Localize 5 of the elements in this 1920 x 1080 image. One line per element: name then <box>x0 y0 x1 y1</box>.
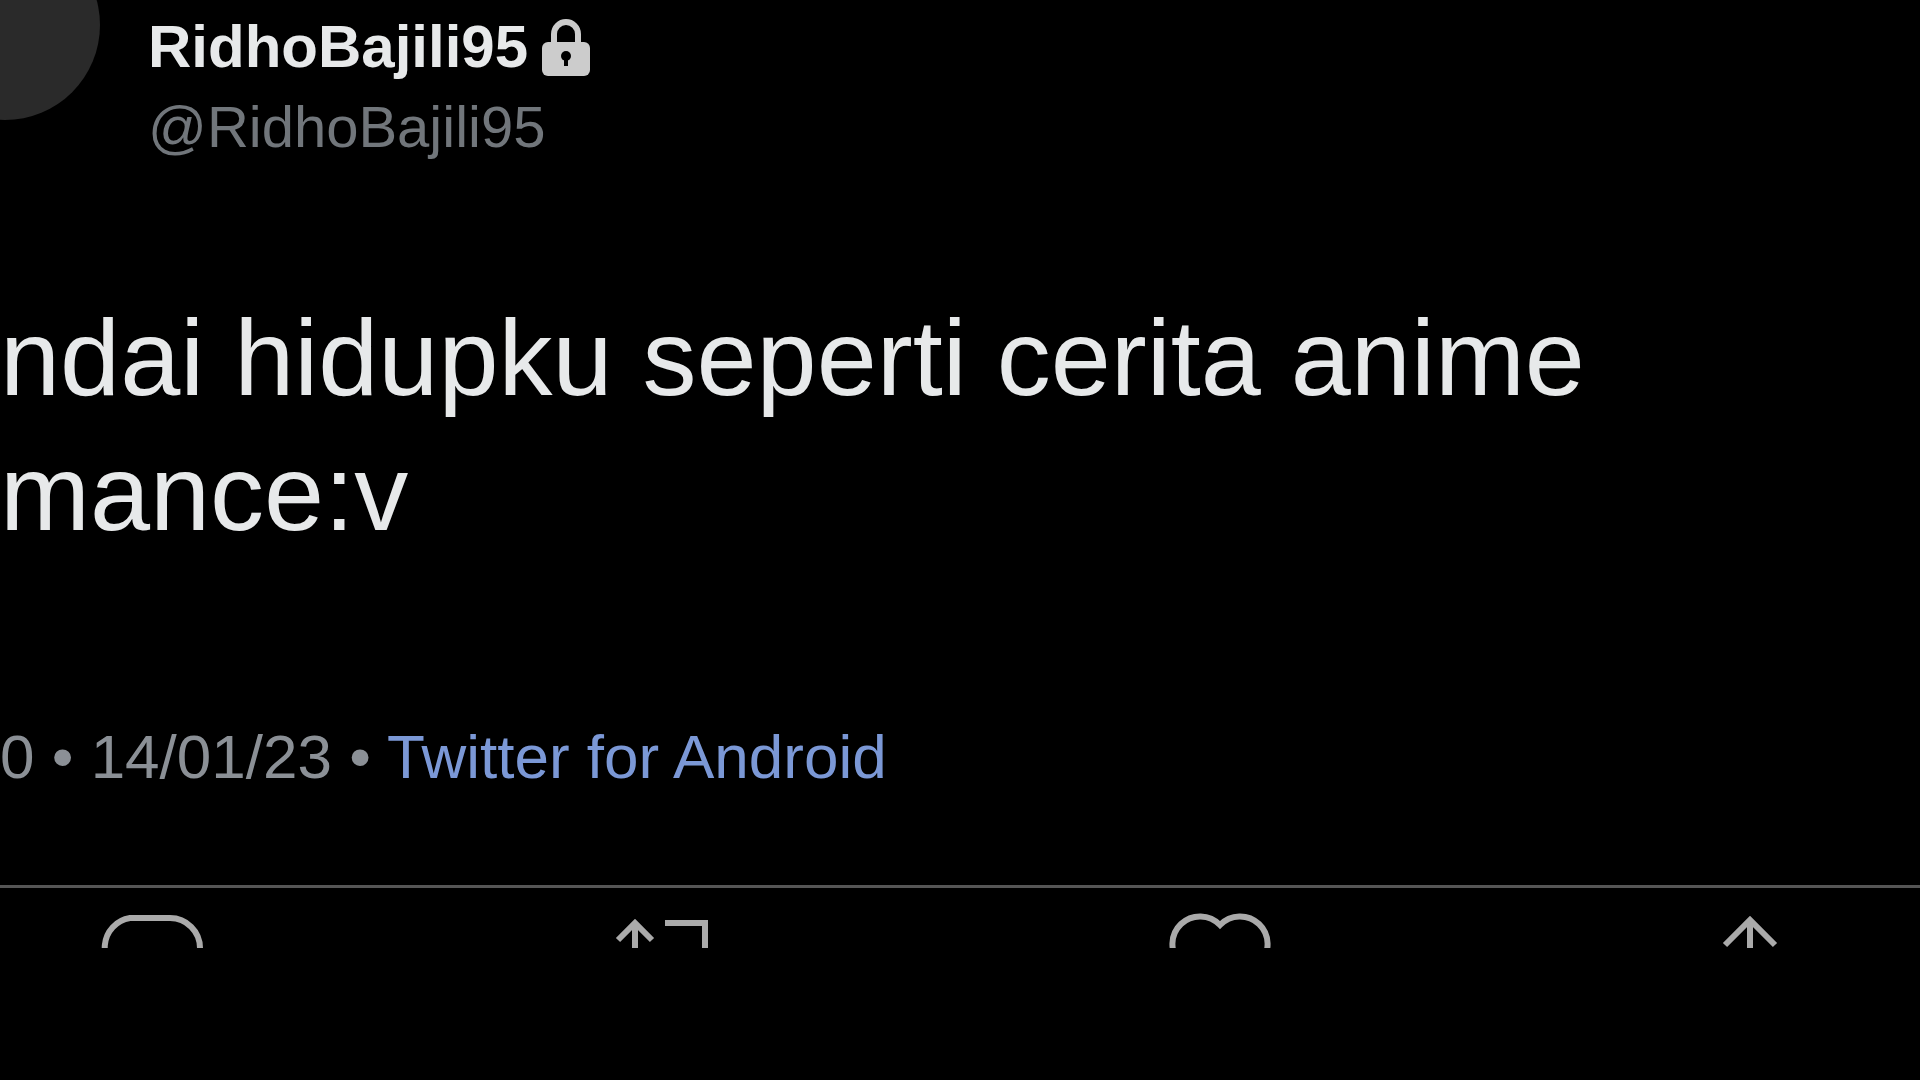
display-name: RidhoBajili95 <box>148 17 529 77</box>
tweet-text-line: ndai hidupku seperti cerita anime <box>0 296 1586 420</box>
tweet-text-line: mance:v <box>0 431 410 555</box>
source-link[interactable]: Twitter for Android <box>387 722 887 791</box>
tweet-timestamp: 0 • 14/01/23 • <box>0 722 372 791</box>
